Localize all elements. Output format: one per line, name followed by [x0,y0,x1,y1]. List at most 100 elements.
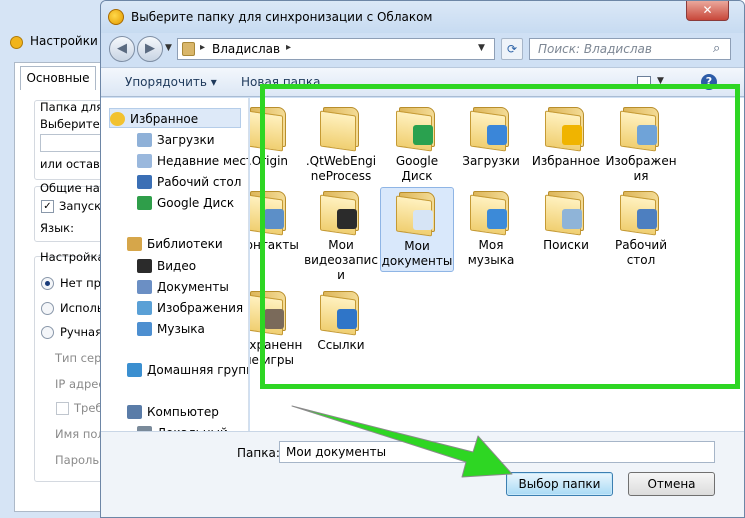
libraries-icon [127,237,142,251]
breadcrumb-user[interactable]: Владислав [212,42,280,56]
tab-general[interactable]: Основные [20,66,96,90]
folder-item[interactable]: Поиски [529,187,603,253]
nav-item-label: Музыка [157,322,205,336]
search-input[interactable]: Поиск: Владислав ⌕ [529,38,731,60]
folder-front-shape [320,110,356,152]
forward-button[interactable]: ▶ [137,36,163,62]
folder-item[interactable]: Ссылки [304,287,378,353]
folder-item[interactable]: Мои документы [380,187,454,272]
contacts-folder-icon [250,187,292,236]
nav-item-label: Недавние места [157,154,248,168]
cloud-app-icon [10,36,23,49]
folder-badge-shape [562,125,582,145]
google-drive-icon [137,196,152,210]
folder-item[interactable]: .QtWebEngineProcess [304,103,378,184]
folder-item[interactable]: Моя музыка [454,187,528,268]
google-drive-folder-icon [393,103,441,152]
desktop-icon [137,175,152,189]
cloud-app-icon [108,9,124,25]
favorites-star-icon [110,112,125,126]
folder-icon [250,103,292,152]
folder-item[interactable]: Сохраненные игры [250,287,305,368]
folder-item[interactable]: .Origin [250,103,305,169]
nav-item[interactable]: Видео [137,256,241,276]
nav-item[interactable]: Музыка [137,319,241,339]
recent-pages-dropdown-icon[interactable]: ▼ [165,43,172,53]
auth-checkbox[interactable] [56,402,69,415]
computer-icon [127,405,142,419]
new-folder-button[interactable]: Новая папка [241,75,320,89]
folder-label: Ссылки [317,338,365,352]
recent-places-icon [137,154,152,168]
group-sync-folder-hint: или оставь [40,157,107,171]
breadcrumb-separator[interactable]: ▸ [286,42,291,53]
folder-label: Сохраненные игры [250,338,303,367]
nav-item[interactable]: Компьютер [127,402,241,422]
proxy-none-radio[interactable] [41,277,54,290]
nav-item[interactable]: Изображения [137,298,244,318]
nav-item-label: Изображения [157,301,244,315]
folder-label: Контакты [250,238,299,252]
folder-label: Избранное [531,154,601,168]
help-button[interactable]: ? [701,74,717,90]
videos-folder-icon [317,187,365,236]
folder-label: Загрузки [462,154,520,168]
folder-item[interactable]: Загрузки [454,103,528,169]
pictures-folder-icon [617,103,665,152]
music-folder-icon [467,187,515,236]
folder-label: Изображения [605,154,677,183]
folder-item[interactable]: Мои видеозаписи [304,187,378,283]
nav-item[interactable]: Загрузки [137,130,241,150]
saved-games-folder-icon [250,287,292,336]
folder-item[interactable]: Изображения [604,103,678,184]
user-folder-icon [182,42,195,56]
command-bar: Упорядочить ▾ Новая папка ▼ ? [101,67,744,97]
folder-icon [317,103,365,152]
organize-button[interactable]: Упорядочить ▾ [125,75,217,89]
folder-item[interactable]: Рабочий стол [604,187,678,268]
nav-item[interactable]: Библиотеки [127,234,241,254]
homegroup-icon [127,363,142,377]
dialog-footer: Папка: Мои документы Выбор папки Отмена [101,431,744,517]
nav-item[interactable]: Избранное [109,108,241,128]
breadcrumb-separator[interactable]: ▸ [200,42,205,53]
back-button[interactable]: ◀ [109,36,135,62]
search-icon[interactable]: ⌕ [713,41,720,56]
video-library-icon [137,259,152,273]
folder-item[interactable]: Google Диск [380,103,454,184]
folder-badge-shape [487,125,507,145]
folder-badge-shape [264,309,284,329]
nav-item-label: Библиотеки [147,237,223,251]
close-button[interactable]: ✕ [686,1,729,21]
folder-label: Папка: [237,446,280,460]
address-bar[interactable]: ▸ Владислав ▸ ▼ [177,38,495,60]
proxy-manual-radio[interactable] [41,326,54,339]
folder-label: Моя музыка [467,238,515,267]
folder-label: .Origin [250,154,289,168]
proxy-manual-label: Ручная [60,325,103,339]
cancel-button[interactable]: Отмена [628,472,715,496]
view-options-icon[interactable] [637,76,651,88]
nav-item[interactable]: Документы [137,277,241,297]
pictures-library-icon [137,301,152,315]
screen: Настройки Основные Папка для с Выберите … [0,0,745,518]
autostart-checkbox[interactable]: ✓ [41,200,54,213]
nav-item[interactable]: Google Диск [137,193,241,213]
nav-item[interactable]: Рабочий стол [137,172,241,192]
view-dropdown-icon[interactable]: ▼ [657,76,664,86]
folder-item[interactable]: Контакты [250,187,305,253]
nav-item[interactable]: Локальный [137,423,241,431]
proxy-system-radio[interactable] [41,302,54,315]
folder-name-field[interactable]: Мои документы [279,441,715,463]
search-placeholder: Поиск: Владислав [538,42,652,56]
folder-view: .Origin .QtWebEngineProcess Google Диск Заг… [250,98,744,431]
folder-item[interactable]: Избранное [529,103,603,169]
refresh-button[interactable]: ⟳ [501,38,523,60]
background-settings-window: Настройки Основные Папка для с Выберите … [0,0,116,518]
nav-item[interactable]: Недавние места [137,151,248,171]
proxy-system-label: Исполь [60,301,104,315]
nav-item[interactable]: Домашняя группа [127,360,248,380]
select-folder-button[interactable]: Выбор папки [506,472,613,496]
folder-badge-shape [637,209,657,229]
address-dropdown-icon[interactable]: ▼ [478,43,485,53]
